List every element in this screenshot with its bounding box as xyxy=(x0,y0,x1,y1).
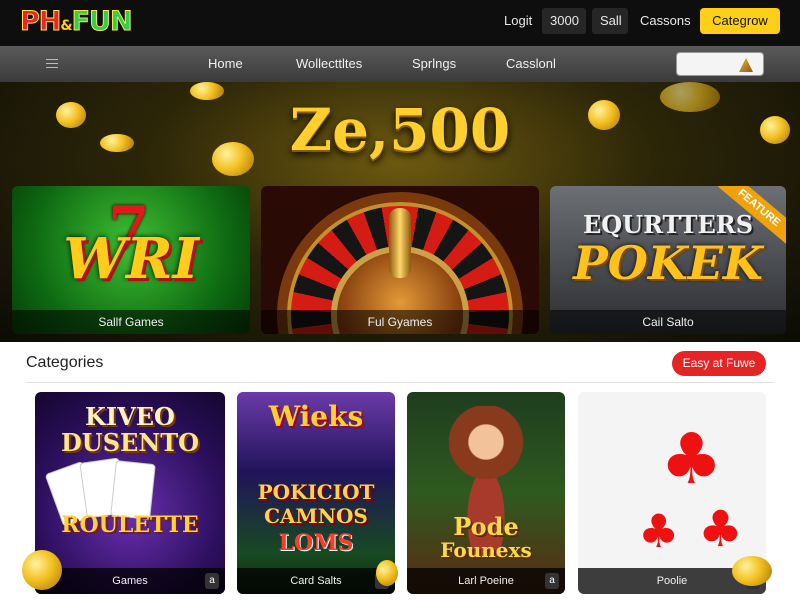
jackpot-amount: Ze,500 xyxy=(289,96,511,164)
card-title-line3: ROULETTE xyxy=(61,512,199,538)
user-icon xyxy=(739,58,753,72)
category-cta-button[interactable]: Categrow xyxy=(700,8,780,34)
featured-caption: Ful Gyames xyxy=(261,310,539,334)
categories-action-button[interactable]: Easy at Fuwe xyxy=(672,351,766,376)
nav-item-collectibles[interactable]: Wollecttltes xyxy=(296,56,362,71)
club-suit-icon: ♣ xyxy=(638,504,680,558)
gold-coin-icon xyxy=(376,560,398,586)
site-logo[interactable]: PH&FUN xyxy=(19,6,133,38)
card-title-line4: LOMS xyxy=(278,530,354,556)
nav-search-box[interactable] xyxy=(676,52,764,76)
logo-text-fun: FUN xyxy=(71,6,133,38)
category-card-lady[interactable]: Pode Founexs Larl Poeine a xyxy=(407,392,565,594)
logo-text-ph: PH xyxy=(19,6,61,38)
nav-item-home[interactable]: Home xyxy=(208,56,243,71)
card-title-line3: CAMNOS xyxy=(264,504,368,528)
gold-coin-icon xyxy=(732,556,772,586)
playing-card-icon xyxy=(110,460,156,520)
login-link[interactable]: Logit xyxy=(496,8,540,34)
featured-caption: Sallf Games xyxy=(12,310,250,334)
card-title-line1: Pode xyxy=(453,512,519,541)
card-caption: Larl Poeine xyxy=(407,568,565,594)
logo-ampersand: & xyxy=(60,18,72,34)
top-bar: PH&FUN Logit 3000 Sall Cassons Categrow xyxy=(0,0,800,46)
featured-card-roulette[interactable]: Ful Gyames xyxy=(261,186,539,334)
card-caption: Card Salts xyxy=(237,568,395,594)
category-card-poker[interactable]: Wieks POKICIOT CAMNOS LOMS Card Salts a xyxy=(237,392,395,594)
roulette-hub xyxy=(389,208,411,278)
gold-coin-icon xyxy=(22,550,62,590)
card-title-line2: Founexs xyxy=(440,538,532,562)
nav-item-springs[interactable]: Sprlngs xyxy=(412,56,456,71)
card-title-line2: DUSENTO xyxy=(60,428,200,457)
club-suit-icon: ♣ xyxy=(660,418,723,500)
featured-card-poker[interactable]: EQURTTERS POKEK FEATURE Cail Salto xyxy=(550,186,786,334)
card-badge: a xyxy=(205,573,219,589)
card-caption: Games xyxy=(35,568,225,594)
casinos-link[interactable]: Cassons xyxy=(632,8,699,34)
featured-caption: Cail Salto xyxy=(550,310,786,334)
card-title-line1: Wieks xyxy=(268,400,364,433)
categories-heading: Categories xyxy=(26,354,104,371)
featured-title: WRI xyxy=(63,226,199,292)
menu-icon[interactable] xyxy=(46,59,58,71)
sall-button[interactable]: Sall xyxy=(592,8,628,34)
club-suit-icon: ♣ xyxy=(698,500,743,558)
divider xyxy=(26,382,774,383)
card-title-line1: KIVEO xyxy=(85,402,175,431)
card-badge: a xyxy=(545,573,559,589)
balance-button[interactable]: 3000 xyxy=(542,8,586,34)
card-title-line2: POKICIOT xyxy=(257,480,375,504)
featured-card-slots[interactable]: 7 WRI Sallf Games xyxy=(12,186,250,334)
nav-item-casino[interactable]: Casslonl xyxy=(506,56,556,71)
featured-title: POKEK xyxy=(573,236,763,290)
category-card-roulette[interactable]: KIVEO DUSENTO ROULETTE Games a xyxy=(35,392,225,594)
